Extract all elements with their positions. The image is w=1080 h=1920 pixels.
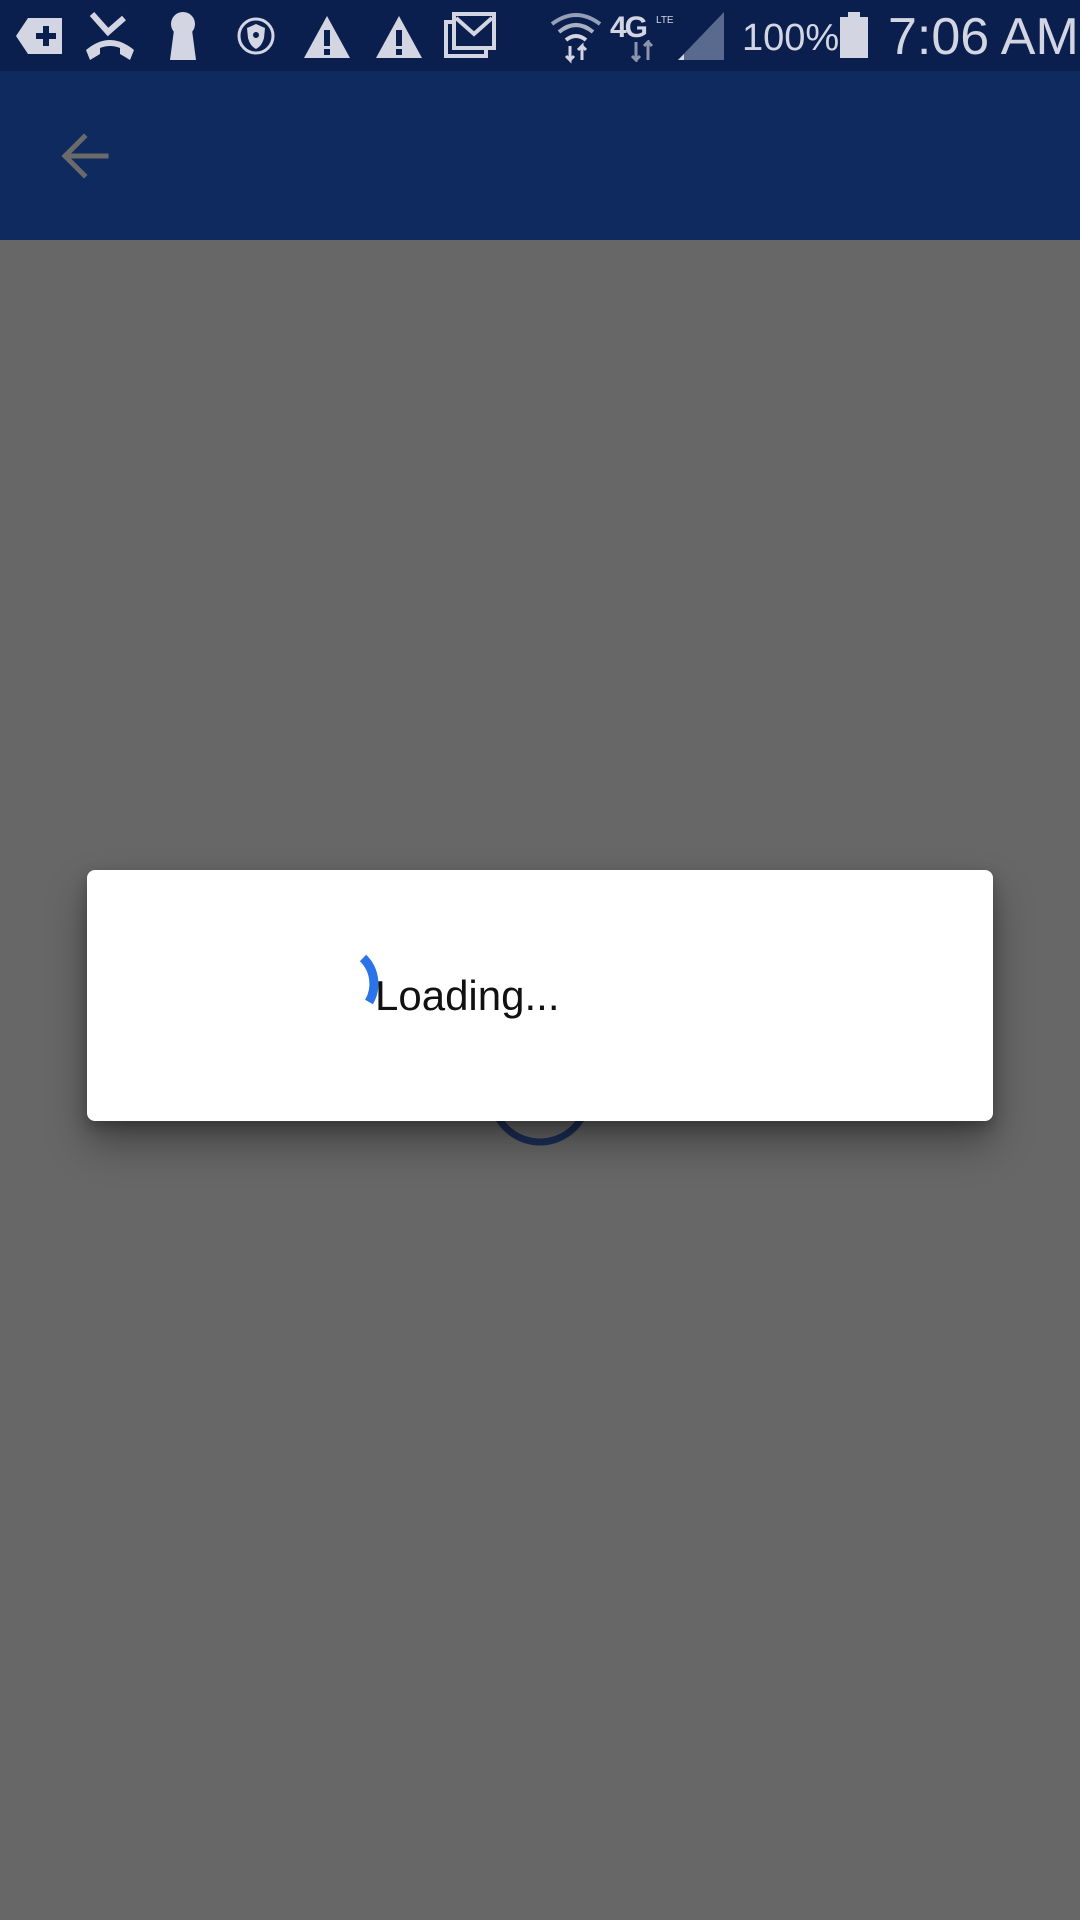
loading-message: Loading... xyxy=(375,972,560,1019)
network-sub-label: LTE xyxy=(656,15,674,26)
signal-icon xyxy=(676,10,726,62)
app-bar xyxy=(0,71,1080,240)
wifi-icon xyxy=(548,10,604,64)
battery-icon xyxy=(838,10,870,62)
shield-icon xyxy=(236,10,276,62)
battery-percent: 100% xyxy=(742,17,840,59)
back-arrow-icon xyxy=(61,133,109,179)
status-clock: 7:06 AM xyxy=(888,8,1079,66)
warning-icon xyxy=(374,10,424,62)
missed-call-icon xyxy=(84,10,136,62)
keyhole-icon xyxy=(162,10,204,62)
gallery-mail-icon xyxy=(444,10,498,62)
lte-4g-icon: 4G LTE xyxy=(610,10,674,62)
status-bar: 4G LTE 100% 7:06 AM xyxy=(0,0,1080,71)
back-button[interactable] xyxy=(50,121,120,191)
warning-icon xyxy=(302,10,352,62)
add-notification-icon xyxy=(14,10,66,62)
